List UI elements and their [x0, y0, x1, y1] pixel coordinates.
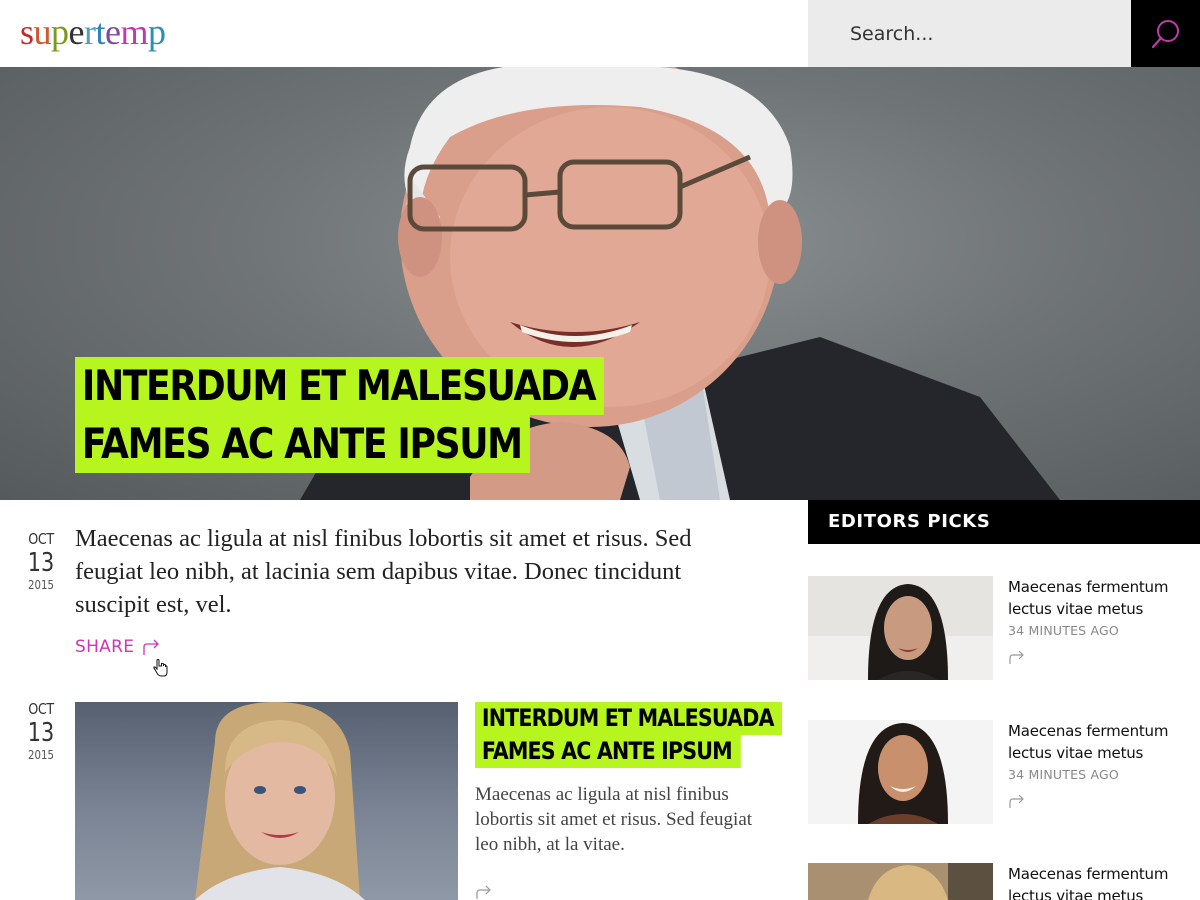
search-icon: [1151, 19, 1179, 48]
hand-cursor-icon: [153, 659, 168, 677]
search-box: [808, 0, 1131, 67]
pick-photo: [808, 863, 993, 900]
date-day: 13: [27, 548, 55, 578]
article-date: OCT 13 2015: [21, 530, 61, 592]
date-year: 2015: [28, 578, 54, 592]
logo-letter: p: [51, 12, 69, 52]
article-excerpt[interactable]: Maecenas ac ligula at nisl finibus lobor…: [75, 522, 755, 621]
hero-headline[interactable]: INTERDUM ET MALESUADA FAMES AC ANTE IPSU…: [75, 357, 604, 473]
logo-letter: t: [95, 12, 106, 52]
pick-timestamp: 34 MINUTES AGO: [1008, 767, 1119, 782]
pick-photo: [808, 584, 993, 680]
article-date: OCT 13 2015: [21, 700, 61, 762]
editors-picks-heading: EDITORS PICKS: [808, 500, 1200, 544]
logo-letter: m: [120, 12, 149, 52]
article-photo: [195, 702, 365, 900]
logo-letter: s: [20, 12, 34, 52]
logo-letter: e: [68, 12, 85, 52]
share-arrow-icon: [143, 639, 160, 655]
pick-thumbnail[interactable]: [808, 863, 993, 900]
article-headline[interactable]: INTERDUM ET MALESUADA FAMES AC ANTE IPSU…: [475, 702, 783, 768]
share-label: SHARE: [75, 637, 135, 657]
site-logo[interactable]: supertemp: [20, 10, 166, 54]
logo-letter: u: [33, 12, 52, 52]
pick-photo: [858, 723, 948, 824]
date-month: OCT: [28, 530, 54, 548]
share-arrow-icon[interactable]: [475, 884, 493, 900]
share-arrow-icon[interactable]: [1008, 793, 1026, 809]
search-input[interactable]: [808, 0, 1131, 67]
pick-thumbnail[interactable]: [808, 720, 993, 824]
article-excerpt[interactable]: Maecenas ac ligula at nisl finibus lobor…: [475, 782, 765, 857]
pick-timestamp: 34 MINUTES AGO: [1008, 623, 1119, 638]
editors-pick-item[interactable]: Maecenas fermentum lectus vitae metus 34…: [808, 720, 1200, 830]
share-button[interactable]: SHARE: [75, 637, 162, 657]
pick-title[interactable]: Maecenas fermentum lectus vitae metus: [1008, 720, 1198, 764]
editors-pick-item[interactable]: Maecenas fermentum lectus vitae metus: [808, 863, 1200, 900]
article-headline-line: FAMES AC ANTE IPSUM: [475, 735, 741, 768]
editors-pick-item[interactable]: Maecenas fermentum lectus vitae metus 34…: [808, 576, 1200, 686]
hero-headline-line: FAMES AC ANTE IPSUM: [75, 415, 531, 473]
logo-letter: p: [148, 12, 166, 52]
pick-title[interactable]: Maecenas fermentum lectus vitae metus: [1008, 863, 1198, 900]
pick-thumbnail[interactable]: [808, 576, 993, 680]
logo-letter: r: [84, 12, 96, 52]
hero-feature[interactable]: INTERDUM ET MALESUADA FAMES AC ANTE IPSU…: [0, 67, 1200, 500]
pick-title[interactable]: Maecenas fermentum lectus vitae metus: [1008, 576, 1198, 620]
site-header: supertemp: [0, 0, 1200, 67]
search-button[interactable]: [1131, 0, 1200, 67]
article-thumbnail[interactable]: [75, 702, 458, 900]
date-year: 2015: [28, 748, 54, 762]
share-arrow-icon[interactable]: [1008, 649, 1026, 665]
date-day: 13: [27, 718, 55, 748]
date-month: OCT: [28, 700, 54, 718]
hero-headline-line: INTERDUM ET MALESUADA: [75, 357, 604, 415]
logo-letter: e: [105, 12, 121, 52]
article-headline-line: INTERDUM ET MALESUADA: [475, 702, 783, 735]
